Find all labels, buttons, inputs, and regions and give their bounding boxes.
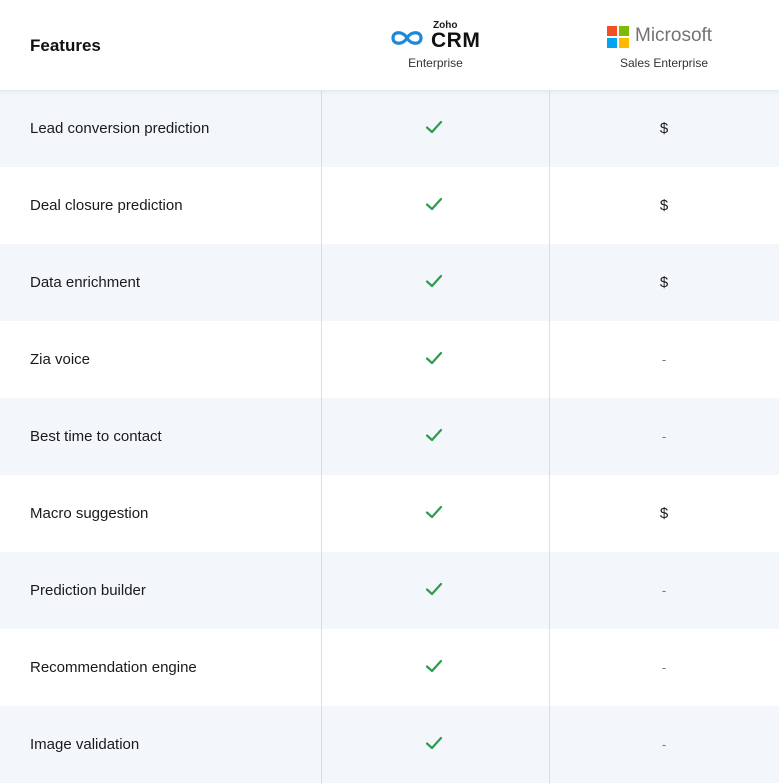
feature-label: Recommendation engine xyxy=(30,659,197,676)
zoho-crm-column-header: Zoho CRM Enterprise xyxy=(322,0,549,90)
feature-label: Image validation xyxy=(30,736,140,753)
zoho-edition-label: Enterprise xyxy=(408,56,463,70)
microsoft-cell: - xyxy=(661,352,667,367)
microsoft-edition-label: Sales Enterprise xyxy=(619,56,709,70)
table-row: Recommendation engine - xyxy=(0,629,779,706)
microsoft-logo: Microsoft xyxy=(607,25,722,48)
zoho-cell xyxy=(322,629,549,706)
features-column-header: Features xyxy=(30,36,101,55)
table-row: Zia voice - xyxy=(0,321,779,398)
check-icon xyxy=(425,736,443,750)
check-icon xyxy=(425,197,443,211)
check-icon xyxy=(425,428,443,442)
microsoft-cell: $ xyxy=(659,505,669,522)
feature-label: Prediction builder xyxy=(30,582,146,599)
check-icon xyxy=(425,274,443,288)
check-icon xyxy=(425,582,443,596)
table-row: Image validation - xyxy=(0,706,779,783)
check-icon xyxy=(425,505,443,519)
table-row: Best time to contact - xyxy=(0,398,779,475)
table-row: Macro suggestion $ xyxy=(0,475,779,552)
microsoft-cell: - xyxy=(661,583,667,598)
feature-label: Deal closure prediction xyxy=(30,197,183,214)
column-divider xyxy=(321,90,322,784)
microsoft-windows-icon xyxy=(607,26,629,48)
zoho-crm-logo: Zoho CRM xyxy=(389,20,489,52)
zoho-cell xyxy=(322,90,549,167)
zoho-cell xyxy=(322,244,549,321)
microsoft-brand-text: Microsoft xyxy=(635,25,713,46)
table-row: Deal closure prediction $ xyxy=(0,167,779,244)
microsoft-cell: $ xyxy=(659,274,669,291)
feature-label: Best time to contact xyxy=(30,428,162,445)
zoho-cell xyxy=(322,552,549,629)
zoho-infinity-icon xyxy=(391,31,423,45)
table-row: Lead conversion prediction $ xyxy=(0,90,779,167)
table-row: Prediction builder - xyxy=(0,552,779,629)
column-divider xyxy=(549,90,550,784)
feature-label: Lead conversion prediction xyxy=(30,120,210,137)
check-icon xyxy=(425,120,443,134)
microsoft-cell: $ xyxy=(659,197,669,214)
crm-brand-text: CRM xyxy=(431,29,481,52)
feature-label: Zia voice xyxy=(30,351,91,368)
feature-label: Macro suggestion xyxy=(30,505,149,522)
table-header: Features Zoho CRM Enterprise Microsoft S… xyxy=(0,0,779,91)
microsoft-cell: - xyxy=(661,660,667,675)
microsoft-cell: - xyxy=(661,429,667,444)
check-icon xyxy=(425,351,443,365)
microsoft-cell: - xyxy=(661,737,667,752)
microsoft-cell: $ xyxy=(659,120,669,137)
comparison-table: Features Zoho CRM Enterprise Microsoft S… xyxy=(0,0,779,784)
table-row: Data enrichment $ xyxy=(0,244,779,321)
zoho-cell xyxy=(322,706,549,783)
feature-label: Data enrichment xyxy=(30,274,141,291)
check-icon xyxy=(425,659,443,673)
microsoft-column-header: Microsoft Sales Enterprise xyxy=(549,0,779,90)
zoho-cell xyxy=(322,167,549,244)
zoho-cell xyxy=(322,475,549,552)
zoho-cell xyxy=(322,398,549,475)
zoho-cell xyxy=(322,321,549,398)
